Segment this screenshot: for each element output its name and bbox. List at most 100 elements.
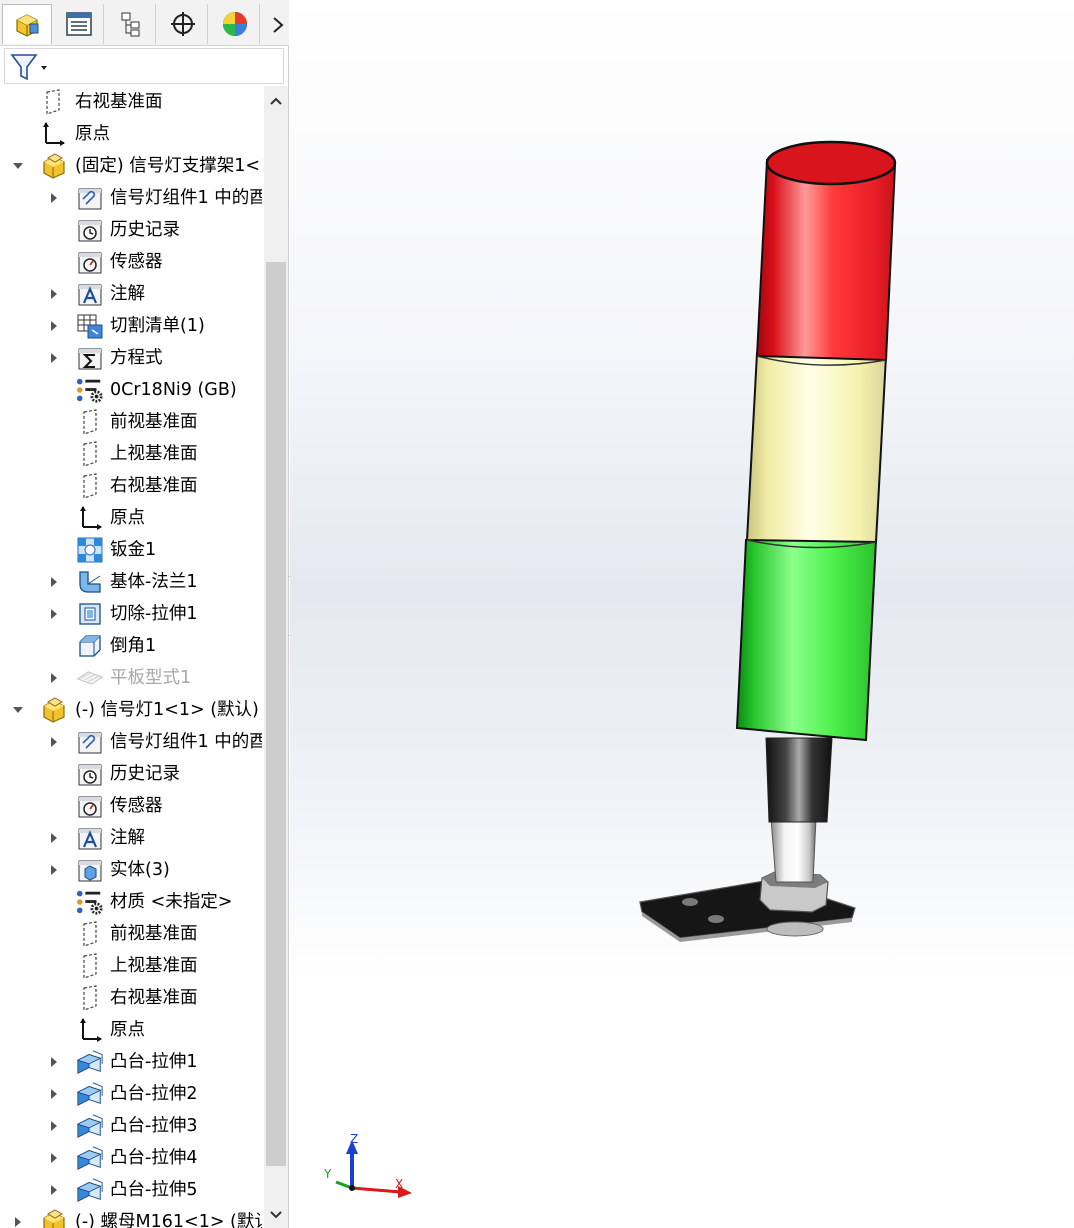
flatpattern-icon (76, 664, 104, 692)
scroll-up-button[interactable] (264, 88, 288, 114)
tree-row-label: 原点 (75, 124, 110, 144)
expand-arrow-icon[interactable] (47, 1183, 61, 1197)
expand-arrow-icon[interactable] (47, 831, 61, 845)
tree-row[interactable]: 钣金1 (0, 534, 262, 566)
triad-x-label: X (395, 1177, 403, 1191)
configuration-tree-icon (121, 12, 139, 37)
tree-row[interactable]: 上视基准面 (0, 438, 262, 470)
tree-row-label: 凸台-拉伸5 (110, 1180, 198, 1200)
tree-row[interactable]: 前视基准面 (0, 406, 262, 438)
tab-property-manager[interactable] (54, 4, 104, 44)
tree-row-label: 上视基准面 (110, 956, 198, 976)
expand-arrow-icon[interactable] (47, 735, 61, 749)
tree-row-label: 上视基准面 (110, 444, 198, 464)
plane-icon (76, 472, 104, 500)
expand-arrow-icon[interactable] (47, 607, 61, 621)
expand-arrow-icon[interactable] (47, 1055, 61, 1069)
expand-arrow-icon[interactable] (47, 191, 61, 205)
tree-row[interactable]: 原点 (0, 502, 262, 534)
tree-row[interactable]: (-) 螺母M161<1> (默认 (0, 1206, 262, 1228)
sheetmetal-icon (76, 536, 104, 564)
tree-row[interactable]: 信号灯组件1 中的酉 (0, 182, 262, 214)
expand-arrow-icon[interactable] (47, 671, 61, 685)
tree-row[interactable]: 0Cr18Ni9 (GB) (0, 374, 262, 406)
tree-row[interactable]: (固定) 信号灯支撑架1<1 (0, 150, 262, 182)
expand-arrow-icon[interactable] (47, 287, 61, 301)
collapse-arrow-icon[interactable] (11, 159, 25, 173)
expand-arrow-icon[interactable] (47, 863, 61, 877)
scroll-down-button[interactable] (264, 1202, 288, 1228)
signal-tower-model[interactable] (290, 0, 1074, 1228)
tree-row[interactable]: 凸台-拉伸1 (0, 1046, 262, 1078)
coordinate-triad: Z X Y (323, 1132, 412, 1198)
cutlist-icon (76, 312, 104, 340)
tree-row[interactable]: 原点 (0, 1014, 262, 1046)
tree-row-label: 凸台-拉伸3 (110, 1116, 198, 1136)
tree-row-label: 传感器 (110, 252, 163, 272)
bossextrude-icon (76, 1080, 104, 1108)
expand-arrow-icon[interactable] (47, 1151, 61, 1165)
feature-manager-panel: 右视基准面 原点 (固定) 信号灯支撑架1<1 信号灯组件1 中的酉 历史记录 传感器 注解… (0, 0, 289, 1228)
bossextrude-icon (76, 1048, 104, 1076)
scroll-thumb[interactable] (266, 262, 286, 1166)
filter-button[interactable] (9, 52, 53, 82)
tree-row[interactable]: 实体(3) (0, 854, 262, 886)
tab-dimxpert-manager[interactable] (158, 4, 208, 44)
tree-row[interactable]: 凸台-拉伸3 (0, 1110, 262, 1142)
tree-row-label: 钣金1 (110, 540, 157, 560)
tree-row-label: (固定) 信号灯支撑架1<1 (75, 156, 262, 176)
tree-row[interactable]: 传感器 (0, 246, 262, 278)
tree-row-label: (-) 信号灯1<1> (默认) < (75, 700, 262, 720)
tree-row[interactable]: 注解 (0, 822, 262, 854)
tree-row[interactable]: 右视基准面 (0, 470, 262, 502)
tree-row[interactable]: 注解 (0, 278, 262, 310)
tree-row-label: 信号灯组件1 中的酉 (110, 732, 262, 752)
tree-row[interactable]: 方程式 (0, 342, 262, 374)
sensor-icon (76, 248, 104, 276)
tree-row[interactable]: 倒角1 (0, 630, 262, 662)
tree-row[interactable]: 凸台-拉伸4 (0, 1142, 262, 1174)
tree-row-label: 右视基准面 (75, 92, 163, 112)
tree-row-label: 切除-拉伸1 (110, 604, 198, 624)
expand-arrow-icon[interactable] (47, 351, 61, 365)
graphics-viewport[interactable]: Z X Y (290, 0, 1074, 1228)
tab-configuration-manager[interactable] (106, 4, 156, 44)
tree-row[interactable]: 历史记录 (0, 214, 262, 246)
expand-arrow-icon[interactable] (47, 1087, 61, 1101)
chevron-right-icon (273, 17, 284, 33)
tree-row[interactable]: 前视基准面 (0, 918, 262, 950)
tree-row[interactable]: 信号灯组件1 中的酉 (0, 726, 262, 758)
chevron-down-icon (270, 1211, 282, 1219)
tree-row[interactable]: 上视基准面 (0, 950, 262, 982)
tree-row[interactable]: 凸台-拉伸2 (0, 1078, 262, 1110)
expand-arrow-icon[interactable] (47, 575, 61, 589)
tree-row[interactable]: 材质 <未指定> (0, 886, 262, 918)
tree-row[interactable]: 切除-拉伸1 (0, 598, 262, 630)
tree-row[interactable]: 右视基准面 (0, 86, 262, 118)
expand-arrow-icon[interactable] (11, 1215, 25, 1228)
expand-arrow-icon[interactable] (47, 1119, 61, 1133)
expand-arrow-icon[interactable] (47, 319, 61, 333)
tree-row[interactable]: 右视基准面 (0, 982, 262, 1014)
tree-row[interactable]: 基体-法兰1 (0, 566, 262, 598)
triad-y-label: Y (323, 1167, 332, 1181)
tree-row[interactable]: 平板型式1 (0, 662, 262, 694)
tree-scrollbar[interactable] (264, 86, 288, 1228)
tab-display-manager[interactable] (210, 4, 260, 44)
assembly-icon (16, 13, 39, 37)
tree-row-label: 平板型式1 (110, 668, 192, 688)
tab-scroll-right-button[interactable] (268, 10, 288, 40)
tree-row[interactable]: 传感器 (0, 790, 262, 822)
solidbody-icon (76, 856, 104, 884)
tree-row-label: 倒角1 (110, 636, 157, 656)
collapse-arrow-icon[interactable] (11, 703, 25, 717)
bossextrude-icon (76, 1176, 104, 1204)
tree-row[interactable]: 切割清单(1) (0, 310, 262, 342)
part-icon (40, 1208, 68, 1228)
tree-row[interactable]: (-) 信号灯1<1> (默认) < (0, 694, 262, 726)
tab-feature-manager[interactable] (2, 4, 52, 44)
tree-row-label: 基体-法兰1 (110, 572, 198, 592)
tree-row[interactable]: 原点 (0, 118, 262, 150)
tree-row[interactable]: 凸台-拉伸5 (0, 1174, 262, 1206)
tree-row[interactable]: 历史记录 (0, 758, 262, 790)
